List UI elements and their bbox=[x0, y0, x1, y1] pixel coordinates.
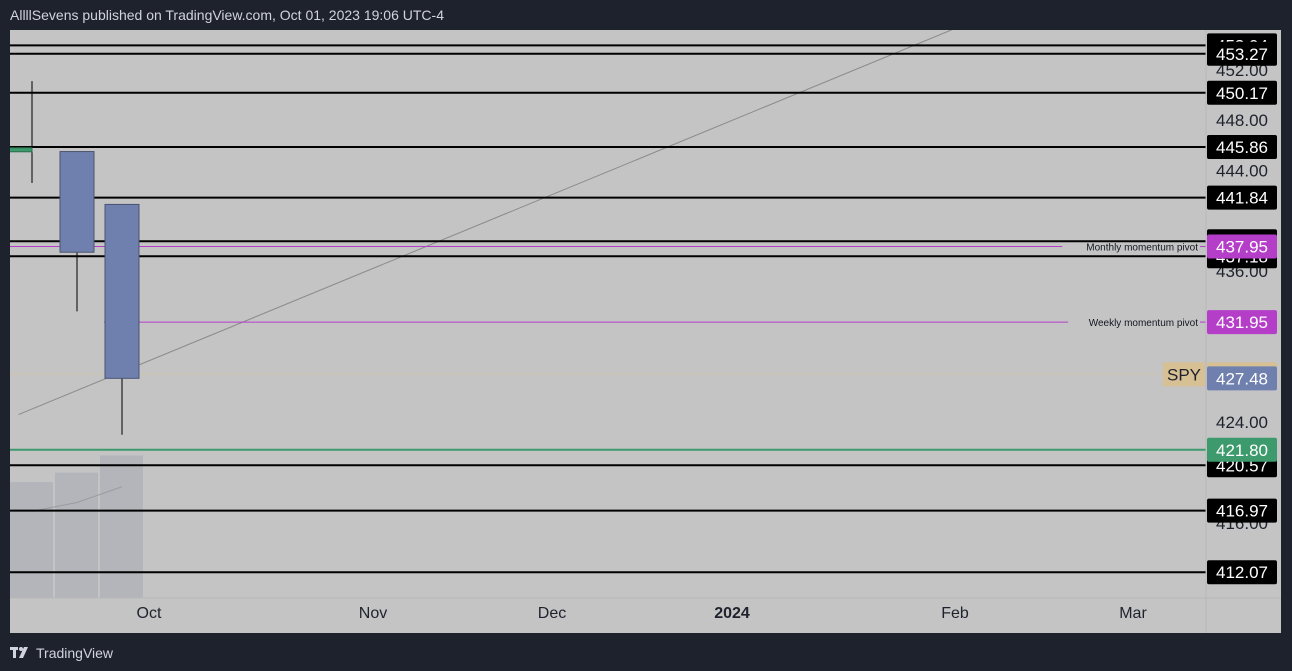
y-tick-label: 424.00 bbox=[1216, 413, 1268, 432]
candle-body bbox=[10, 147, 33, 153]
candles-layer bbox=[10, 81, 140, 435]
close-price-label: 427.48 bbox=[1216, 369, 1268, 388]
x-tick-label: Mar bbox=[1119, 605, 1147, 622]
x-tick-label: Oct bbox=[137, 605, 162, 622]
support-price-label: 421.80 bbox=[1216, 441, 1268, 460]
volume-bar bbox=[10, 482, 53, 598]
candle-body bbox=[59, 151, 95, 253]
brand-name: TradingView bbox=[36, 645, 114, 661]
levels-layer: Monthly momentum pivot Weekly momentum pi… bbox=[10, 44, 1206, 574]
pivot-note: Monthly momentum pivot bbox=[1086, 243, 1198, 254]
volume-layer bbox=[10, 455, 143, 598]
x-tick-label: Feb bbox=[941, 605, 969, 622]
chart-area[interactable]: Monthly momentum pivot Weekly momentum pi… bbox=[10, 30, 1281, 633]
x-tick-label: Dec bbox=[538, 605, 566, 622]
footer-brand[interactable]: TradingView bbox=[10, 641, 113, 665]
x-tick-label: 2024 bbox=[714, 605, 750, 622]
y-tick-label: 448.00 bbox=[1216, 111, 1268, 130]
symbol-tag: SPY bbox=[1167, 365, 1201, 384]
y-tick-label: 444.00 bbox=[1216, 161, 1268, 180]
publish-header: AllllSevens published on TradingView.com… bbox=[10, 7, 444, 23]
x-tick-label: Nov bbox=[359, 605, 387, 622]
x-axis: Oct Nov Dec 2024 Feb Mar bbox=[137, 605, 1148, 622]
level-price-label: 412.07 bbox=[1216, 563, 1268, 582]
pivot-price-label: 431.95 bbox=[1216, 313, 1268, 332]
tradingview-logo-icon bbox=[10, 647, 28, 658]
spy-chart[interactable]: Monthly momentum pivot Weekly momentum pi… bbox=[10, 30, 1281, 633]
level-price-label: 453.27 bbox=[1216, 45, 1268, 64]
level-price-label: 445.86 bbox=[1216, 138, 1268, 157]
level-price-label: 416.97 bbox=[1216, 502, 1268, 521]
level-price-label: 441.84 bbox=[1216, 189, 1268, 208]
level-price-label: 450.17 bbox=[1216, 84, 1268, 103]
pivot-price-label: 437.95 bbox=[1216, 238, 1268, 257]
pivot-note: Weekly momentum pivot bbox=[1089, 318, 1199, 329]
trend-line bbox=[18, 30, 953, 416]
trend-layer bbox=[18, 30, 953, 416]
candle-body bbox=[104, 203, 140, 379]
volume-bar bbox=[55, 472, 98, 598]
volume-bar bbox=[100, 455, 143, 598]
